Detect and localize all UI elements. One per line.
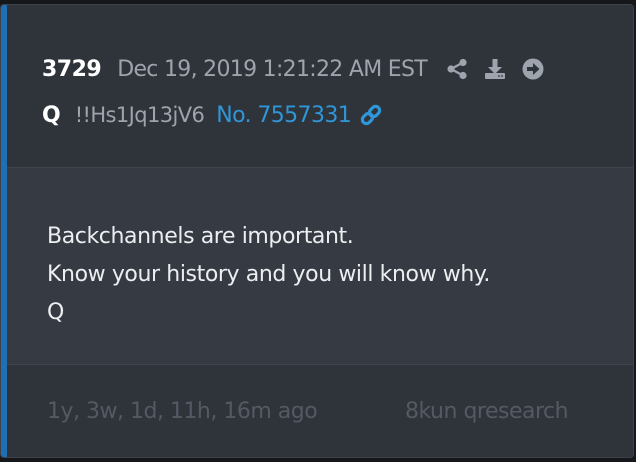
author-name: Q (42, 102, 61, 128)
post-meta-row: 3729 Dec 19, 2019 1:21:22 AM EST (42, 51, 559, 87)
time-ago: 1y, 3w, 1d, 11h, 16m ago (47, 399, 318, 424)
tripcode: !!Hs1Jq13jV6 (74, 103, 205, 127)
post-card: 3729 Dec 19, 2019 1:21:22 AM EST Q !!Hs1… (0, 4, 634, 458)
post-footer: 1y, 3w, 1d, 11h, 16m ago 8kun qresearch (7, 365, 633, 457)
message-line: Backchannels are important. (47, 224, 354, 249)
post-source: 8kun qresearch (405, 399, 569, 424)
message-line: Q (47, 300, 64, 325)
post-author-row: Q !!Hs1Jq13jV6 No. 7557331 (42, 97, 383, 133)
share-icon[interactable] (445, 57, 469, 81)
post-header: 3729 Dec 19, 2019 1:21:22 AM EST Q !!Hs1… (7, 5, 633, 168)
link-icon[interactable] (359, 103, 383, 127)
post-message: Backchannels are important. Know your hi… (47, 218, 490, 332)
post-actions (445, 57, 559, 81)
post-number-link[interactable]: No. 7557331 (216, 103, 352, 128)
post-date: Dec 19, 2019 1:21:22 AM EST (117, 56, 427, 82)
post-number: 3729 (42, 56, 102, 82)
arrow-circle-right-icon[interactable] (521, 57, 545, 81)
post-body: Backchannels are important. Know your hi… (7, 168, 633, 365)
download-icon[interactable] (483, 57, 507, 81)
message-line: Know your history and you will know why. (47, 262, 491, 287)
